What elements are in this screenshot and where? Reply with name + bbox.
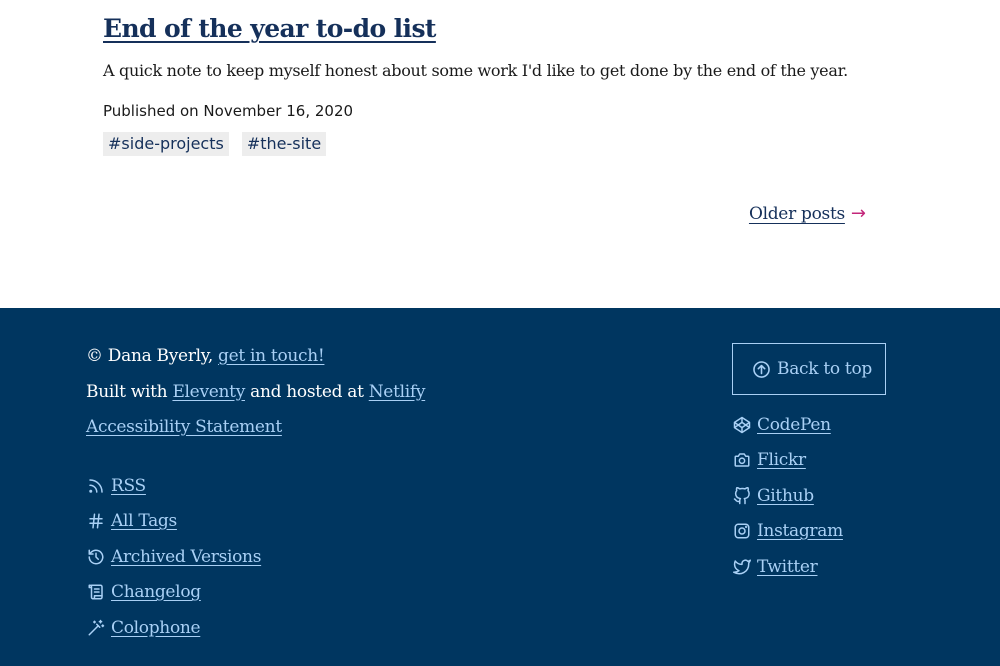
codepen-label[interactable]: CodePen [757,415,831,435]
rss-icon [86,476,105,495]
arrow-right-icon: → [850,203,866,224]
footer-link-archived[interactable]: Archived Versions [86,539,261,575]
back-to-top-label: Back to top [777,359,872,379]
post-date: Published on November 16, 2020 [103,102,354,120]
contact-link[interactable]: get in touch! [218,346,325,366]
post-title-link[interactable]: End of the year to-do list [103,14,436,43]
history-icon [86,547,105,566]
copyright-line: © Dana Byerly, get in touch! [86,343,425,379]
older-posts-link[interactable]: Older posts → [749,203,866,224]
arrow-up-circle-icon [752,360,771,379]
hosted-at-text: and hosted at [245,381,369,402]
tag-list: #side-projects #the-site [103,132,883,156]
footer-link-colophone[interactable]: Colophone [86,610,261,646]
hash-icon [86,512,105,531]
social-codepen[interactable]: CodePen [732,407,886,443]
rss-label[interactable]: RSS [111,476,146,496]
instagram-icon [732,522,751,541]
social-twitter[interactable]: Twitter [732,549,886,585]
github-label[interactable]: Github [757,486,814,506]
site-footer: © Dana Byerly, get in touch! Built with … [0,308,1000,666]
accessibility-link[interactable]: Accessibility Statement [86,417,282,437]
social-instagram[interactable]: Instagram [732,514,886,550]
github-icon [732,486,751,505]
codepen-icon [732,415,751,434]
changelog-label[interactable]: Changelog [111,582,201,602]
twitter-label[interactable]: Twitter [757,557,818,577]
tag-side-projects[interactable]: #side-projects [103,132,229,156]
scroll-icon [86,583,105,602]
footer-link-all-tags[interactable]: All Tags [86,504,261,540]
social-links: CodePen Flickr Github Instagram Twitter [732,407,886,585]
social-flickr[interactable]: Flickr [732,443,886,479]
built-with-text: Built with [86,381,173,402]
twitter-icon [732,557,751,576]
copyright-text: © Dana Byerly, [86,346,219,366]
tag-the-site[interactable]: #the-site [241,132,327,156]
post-summary: End of the year to-do list A quick note … [103,14,883,156]
eleventy-link[interactable]: Eleventy [172,382,245,402]
archived-label[interactable]: Archived Versions [111,547,261,567]
footer-link-rss[interactable]: RSS [86,468,261,504]
built-with-line: Built with Eleventy and hosted at Netlif… [86,379,425,415]
magic-wand-icon [86,618,105,637]
back-to-top-button[interactable]: Back to top [732,343,886,395]
flickr-label[interactable]: Flickr [757,450,806,470]
post-excerpt: A quick note to keep myself honest about… [103,61,848,80]
camera-icon [732,451,751,470]
all-tags-label[interactable]: All Tags [111,511,177,531]
footer-right: Back to top CodePen Flickr Github Instag… [732,343,886,585]
colophone-label[interactable]: Colophone [111,618,201,638]
footer-info: © Dana Byerly, get in touch! Built with … [86,343,425,450]
accessibility-line: Accessibility Statement [86,414,425,450]
footer-link-changelog[interactable]: Changelog [86,575,261,611]
netlify-link[interactable]: Netlify [369,382,426,402]
social-github[interactable]: Github [732,478,886,514]
instagram-label[interactable]: Instagram [757,521,843,541]
older-posts-label: Older posts [748,203,845,224]
footer-site-links: RSS All Tags Archived Versions Changelog… [86,468,261,646]
